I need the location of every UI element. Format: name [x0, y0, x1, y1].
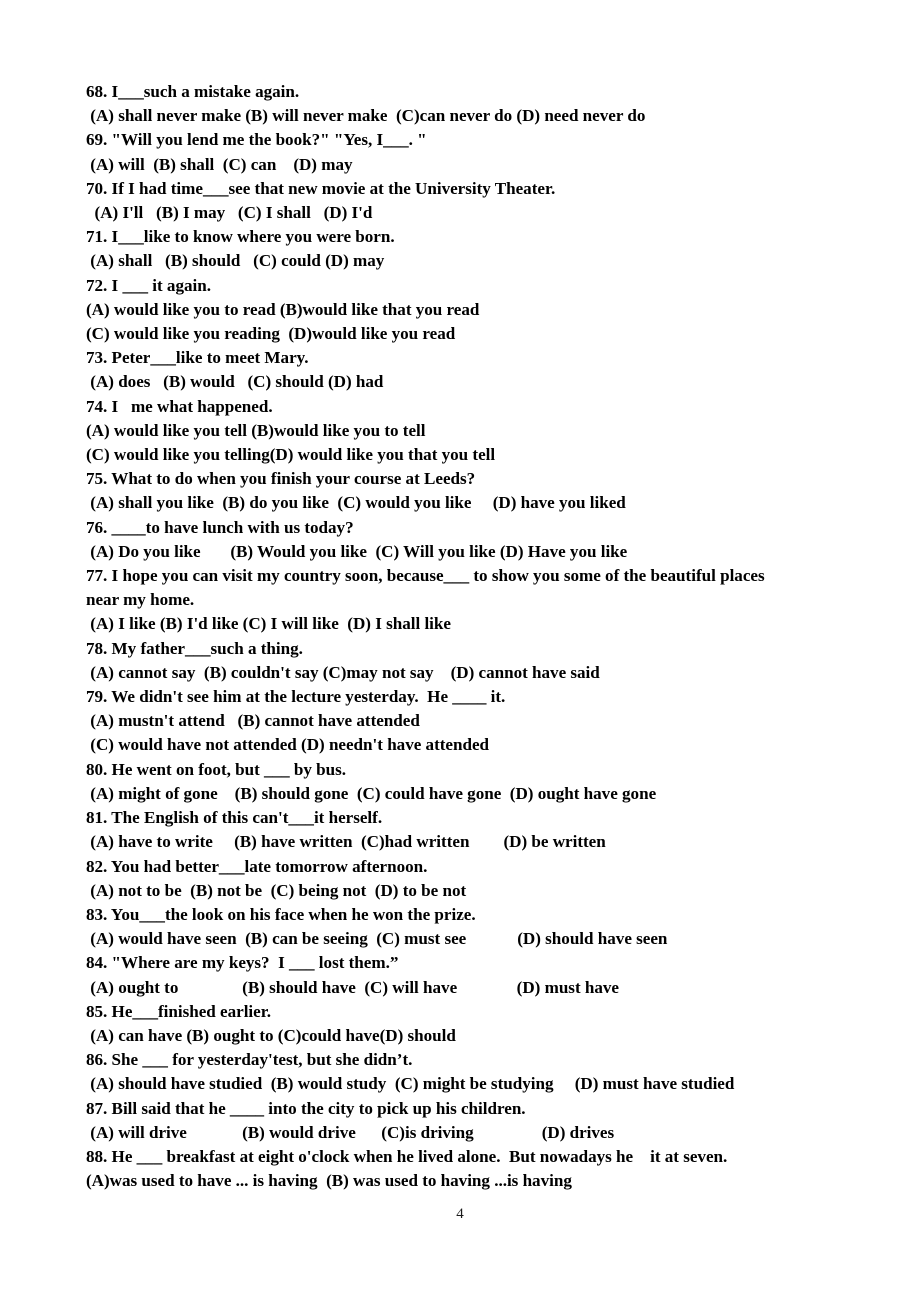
question-list: 68. I___such a mistake again. (A) shall … [86, 80, 838, 1193]
question-line: 77. I hope you can visit my country soon… [86, 566, 765, 586]
question-line: 69. "Will you lend me the book?" "Yes, I… [86, 130, 427, 150]
question-line: 70. If I had time___see that new movie a… [86, 178, 556, 198]
option-line: (A) will (B) shall (C) can (D) may [86, 154, 353, 174]
option-line: (A) will drive (B) would drive (C)is dri… [86, 1122, 615, 1142]
page-number: 4 [456, 1206, 464, 1222]
option-line: (A) shall never make (B) will never make… [86, 106, 646, 126]
option-line: (A) shall you like (B) do you like (C) w… [86, 493, 626, 513]
question-line: 74. I me what happened. [86, 396, 273, 416]
question-line: 76. ____to have lunch with us today? [86, 517, 354, 537]
option-line: (A) would have seen (B) can be seeing (C… [86, 929, 668, 949]
option-line: (A) I like (B) I'd like (C) I will like … [86, 614, 451, 634]
document-page: 68. I___such a mistake again. (A) shall … [0, 0, 920, 1302]
option-line: (A) would like you to read (B)would like… [86, 299, 480, 319]
question-line: 80. He went on foot, but ___ by bus. [86, 759, 346, 779]
question-line: 72. I ___ it again. [86, 275, 211, 295]
option-line: (A) cannot say (B) couldn't say (C)may n… [86, 662, 600, 682]
question-line: 88. He ___ breakfast at eight o'clock wh… [86, 1146, 728, 1166]
question-line: 86. She ___ for yesterday'test, but she … [86, 1050, 413, 1070]
option-line: (A) might of gone (B) should gone (C) co… [86, 783, 657, 803]
option-line: (A)was used to have ... is having (B) wa… [86, 1171, 572, 1191]
question-line: 68. I___such a mistake again. [86, 82, 300, 101]
option-line: (C) would like you reading (D)would like… [86, 324, 456, 344]
question-line: 85. He___finished earlier. [86, 1001, 271, 1021]
option-line: (C) would like you telling(D) would like… [86, 445, 496, 465]
option-line: (A) should have studied (B) would study … [86, 1074, 735, 1094]
option-line: (A) would like you tell (B)would like yo… [86, 420, 426, 440]
question-line: 81. The English of this can't___it herse… [86, 808, 383, 828]
option-line: (A) have to write (B) have written (C)ha… [86, 832, 606, 852]
option-line: (A) not to be (B) not be (C) being not (… [86, 880, 467, 900]
question-line: 83. You___the look on his face when he w… [86, 904, 476, 924]
question-line: 75. What to do when you finish your cour… [86, 469, 476, 489]
option-line: (A) shall (B) should (C) could (D) may [86, 251, 385, 271]
question-line: 79. We didn't see him at the lecture yes… [86, 687, 506, 707]
question-line: 78. My father___such a thing. [86, 638, 303, 658]
option-line: (A) I'll (B) I may (C) I shall (D) I'd [86, 203, 373, 223]
question-line: 73. Peter___like to meet Mary. [86, 348, 309, 368]
question-line: 82. You had better___late tomorrow after… [86, 856, 428, 876]
question-line: near my home. [86, 590, 195, 610]
question-line: 71. I___like to know where you were born… [86, 227, 395, 247]
question-line: 84. "Where are my keys? I ___ lost them.… [86, 953, 399, 973]
option-line: (A) mustn't attend (B) cannot have atten… [86, 711, 420, 731]
option-line: (A) does (B) would (C) should (D) had [86, 372, 384, 392]
option-line: (A) Do you like (B) Would you like (C) W… [86, 541, 628, 561]
question-line: 87. Bill said that he ____ into the city… [86, 1098, 526, 1118]
option-line: (C) would have not attended (D) needn't … [86, 735, 490, 755]
option-line: (A) can have (B) ought to (C)could have(… [86, 1025, 456, 1045]
option-line: (A) ought to (B) should have (C) will ha… [86, 977, 619, 997]
